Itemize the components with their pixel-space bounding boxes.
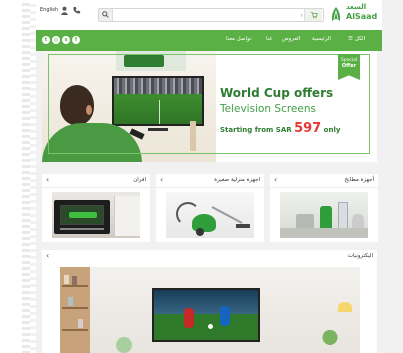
electronics-image[interactable] [60, 267, 360, 353]
category-card-kitchen[interactable]: ‹ أجهزة مطابخ [270, 174, 378, 242]
electronics-tv [152, 288, 260, 342]
chevron-left-icon[interactable]: ‹ [46, 251, 49, 260]
page: English السعد AlSaad t ◎ s f تواصل معنا [36, 0, 382, 353]
search-icon[interactable] [99, 9, 113, 21]
logo-text-english[interactable]: AlSaad [346, 12, 377, 21]
facebook-icon[interactable]: f [72, 36, 80, 44]
category-card-ovens[interactable]: ‹ افران [42, 174, 150, 242]
category-title[interactable]: أجهزة مطابخ [345, 177, 374, 183]
chevron-left-icon[interactable]: ‹ [274, 175, 277, 184]
hero-banner[interactable]: Special Offer World Cup offers Television… [42, 51, 377, 162]
vacuum-image[interactable] [166, 192, 254, 238]
instagram-icon[interactable]: ◎ [52, 36, 60, 44]
nav-about[interactable]: عنا [266, 36, 273, 42]
nav-home[interactable]: الرئيسية [312, 36, 331, 42]
hero-price: 597 [294, 121, 322, 136]
hero-title: World Cup offers [220, 86, 334, 100]
nav-contact[interactable]: تواصل معنا [226, 36, 251, 42]
category-title[interactable]: افران [133, 177, 146, 183]
category-card-small-appliances[interactable]: ‹ اجهزة منزلية صغيرة [156, 174, 264, 242]
top-header: English السعد AlSaad [36, 0, 382, 30]
kitchen-appliances-image[interactable] [280, 192, 368, 238]
logo-icon[interactable] [330, 5, 342, 23]
chevron-left-icon[interactable]: ‹ [160, 175, 163, 184]
main-nav: t ◎ s f تواصل معنا عنا العروض الرئيسية ☰… [36, 30, 382, 51]
snapchat-icon[interactable]: s [62, 36, 70, 44]
nav-offers[interactable]: العروض [282, 36, 300, 42]
search-bar [98, 8, 324, 22]
oven-image[interactable] [52, 192, 140, 238]
search-input[interactable] [115, 10, 320, 20]
electronics-section: ‹ اليكترونيات [42, 250, 377, 353]
chevron-left-icon[interactable]: ‹ [46, 175, 49, 184]
electronics-title[interactable]: اليكترونيات [348, 253, 373, 259]
phone-icon[interactable] [72, 6, 81, 18]
nav-all-menu[interactable]: ☰ الكل [348, 36, 365, 42]
category-title[interactable]: اجهزة منزلية صغيرة [214, 177, 260, 183]
cart-icon[interactable] [304, 9, 322, 21]
user-icon[interactable] [60, 6, 69, 18]
hero-price-line: Starting from SAR 597 only [220, 121, 341, 136]
hero-subtitle: Television Screens [220, 103, 316, 115]
hero-frame [48, 54, 370, 154]
language-switch[interactable]: English [40, 7, 58, 13]
logo-text-arabic[interactable]: السعد [346, 3, 366, 11]
twitter-icon[interactable]: t [42, 36, 50, 44]
torn-edge [0, 0, 36, 353]
